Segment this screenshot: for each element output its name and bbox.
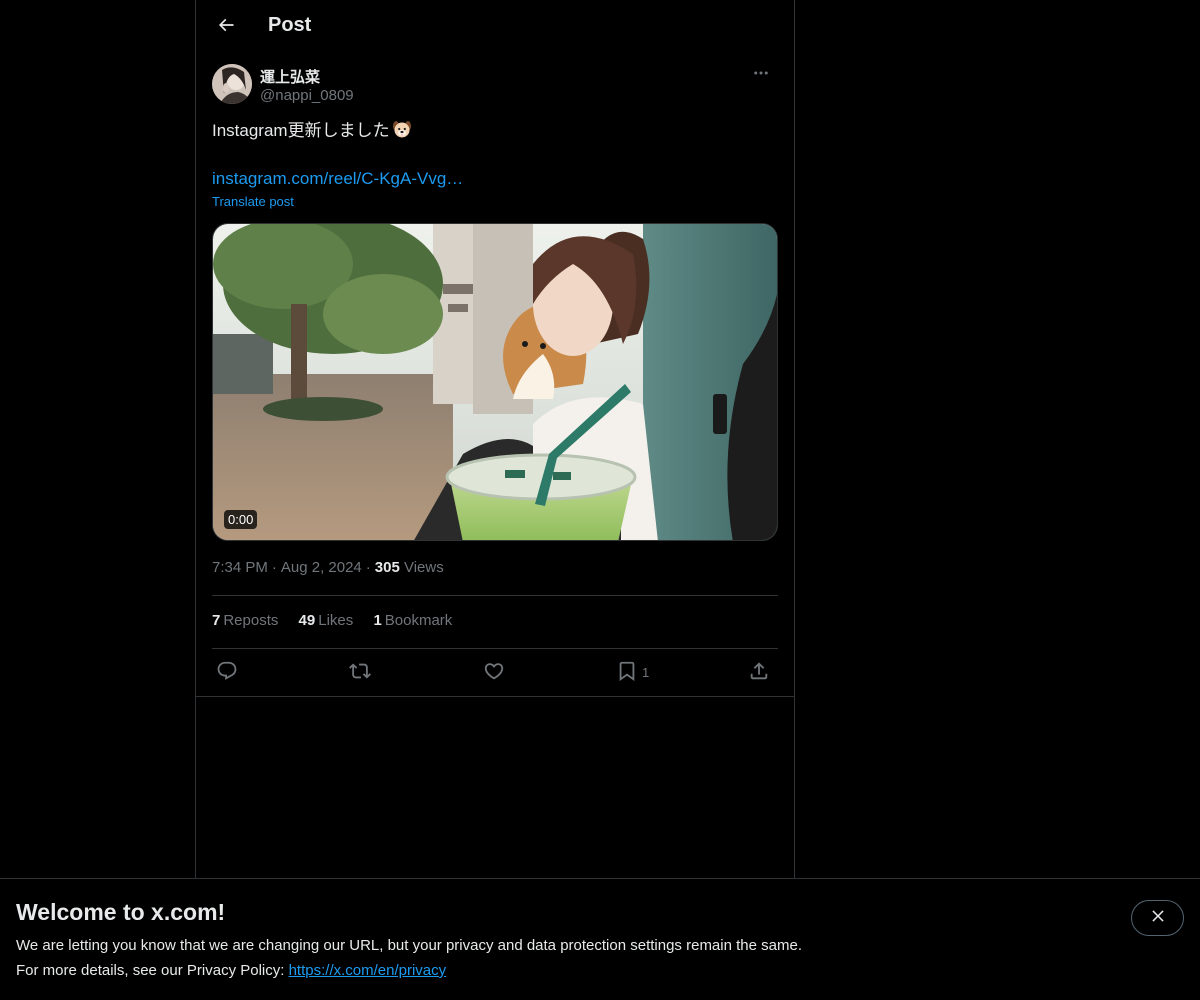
privacy-policy-link[interactable]: https://x.com/en/privacy [289,962,447,979]
back-button[interactable] [208,9,244,45]
page-title: Post [268,14,312,36]
banner-message: We are letting you know that we are chan… [16,937,802,954]
post-header: Post [196,0,794,54]
repost-button[interactable] [349,658,371,686]
bookmarks-label: Bookmark [384,612,453,629]
separator-dot: · [365,559,371,576]
post-author: 運上弘菜 @nappi_0809 [212,64,778,108]
video-thumbnail [213,224,777,540]
bookmark-icon [616,660,638,685]
post-actions: 1 [212,658,778,686]
avatar[interactable] [212,64,252,104]
engagement-stats: 7 Reposts 49 Likes 1 Bookmark [212,612,468,629]
likes-label: Likes [318,612,354,629]
more-icon [752,64,770,87]
separator-dot: · [271,559,277,576]
heart-icon [483,660,505,685]
bookmarks-stat[interactable]: 1 Bookmark [373,612,452,629]
bookmark-button[interactable]: 1 [616,658,649,686]
divider [212,595,778,596]
like-button[interactable] [483,658,505,686]
post-meta: 7:34 PM · Aug 2, 2024 · 305 Views [212,559,444,576]
instagram-link[interactable]: instagram.com/reel/C-KgA-Vvg… [212,167,463,191]
banner-details: For more details, see our Privacy Policy… [16,962,446,979]
likes-stat[interactable]: 49 Likes [299,612,354,629]
reposts-count: 7 [212,612,221,629]
reposts-label: Reposts [223,612,279,629]
likes-count: 49 [298,612,316,629]
divider [196,696,794,697]
translate-post-button[interactable]: Translate post [212,194,294,209]
dog-face-icon [392,119,412,146]
banner-title: Welcome to x.com! [16,899,226,925]
author-display-name[interactable]: 運上弘菜 [260,66,320,87]
video-player[interactable]: 0:00 [212,223,778,541]
video-duration: 0:00 [224,510,258,529]
banner-details-text: For more details, see our Privacy Policy… [16,962,289,979]
share-icon [748,660,770,685]
primary-column: Post 運上弘菜 @nappi_0809 Instagram更新しました in… [195,0,795,880]
divider [212,648,778,649]
share-button[interactable] [748,658,770,686]
bookmarks-count: 1 [373,612,382,629]
post-date[interactable]: Aug 2, 2024 [281,559,362,576]
views-label: Views [403,559,444,576]
reply-button[interactable] [216,658,238,686]
views-count: 305 [374,559,400,576]
welcome-banner: Welcome to x.com! We are letting you kno… [0,878,1200,1000]
repost-icon [349,660,371,685]
post-text-content: Instagram更新しました [212,121,390,140]
post-time[interactable]: 7:34 PM [212,559,268,576]
reposts-stat[interactable]: 7 Reposts [212,612,278,629]
arrow-left-icon [216,15,236,40]
author-handle[interactable]: @nappi_0809 [260,87,354,104]
close-icon [1149,907,1167,930]
close-banner-button[interactable] [1131,900,1184,936]
bookmark-action-count: 1 [642,664,650,680]
reply-icon [216,660,238,685]
more-options-button[interactable] [744,64,778,86]
post-text: Instagram更新しました [212,119,412,146]
